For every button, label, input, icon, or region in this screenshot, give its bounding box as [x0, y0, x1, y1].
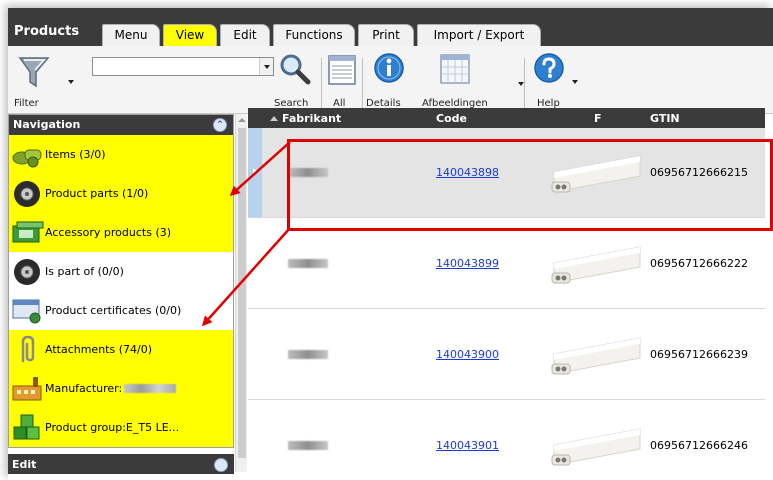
nav-item-label: Manufacturer:	[45, 382, 123, 395]
items-icon	[11, 140, 45, 170]
gtin-value: 06956712666246	[650, 439, 748, 452]
scrollbar-thumb[interactable]	[238, 128, 246, 458]
scroll-up-icon[interactable]	[238, 118, 246, 122]
list-icon	[328, 55, 356, 85]
filter-button[interactable]: Filter	[10, 50, 80, 112]
tire-icon	[11, 257, 45, 287]
product-image	[551, 246, 641, 284]
help-button[interactable]: Help	[527, 50, 587, 112]
details-button[interactable]: Details	[365, 50, 413, 112]
grid-header: Fabrikant Code F GTIN	[248, 108, 765, 128]
filter-label: Filter	[14, 98, 39, 109]
tab-bar: Products Menu View Edit Functions Print …	[8, 8, 773, 46]
toolbar: Filter Search All Details Afbeeldingen H…	[8, 46, 773, 114]
redacted-fabrikant	[288, 350, 328, 359]
magnifier-icon	[280, 54, 311, 85]
collapse-icon[interactable]: ⌃	[213, 118, 227, 132]
gtin-value: 06956712666222	[650, 257, 748, 270]
help-dropdown-arrow[interactable]	[572, 80, 578, 84]
info-icon	[374, 53, 404, 83]
nav-item-label: Product group:E_T5 LE...	[45, 421, 180, 434]
edit-panel-header[interactable]: Edit	[8, 454, 234, 474]
afbeeldingen-button[interactable]: Afbeeldingen	[416, 50, 524, 112]
nav-item-product-certificates[interactable]: Product certificates (0/0)	[9, 291, 233, 330]
nav-item-manufacturer[interactable]: Manufacturer:	[9, 369, 233, 408]
navigation-scrollbar[interactable]	[235, 114, 247, 472]
redacted-fabrikant	[288, 259, 328, 268]
navigation-panel: Navigation ⌃ Items (3/0) Product parts (…	[8, 114, 234, 448]
toolbar-divider	[321, 58, 322, 110]
tab-import-export[interactable]: Import / Export	[417, 24, 541, 46]
nav-item-items[interactable]: Items (3/0)	[9, 135, 233, 174]
column-header-code[interactable]: Code	[436, 112, 467, 125]
nav-item-label: Items (3/0)	[45, 148, 106, 161]
help-icon	[534, 53, 564, 83]
toolbar-divider	[524, 58, 525, 110]
nav-item-label: Accessory products (3)	[45, 226, 172, 239]
image-grid-icon	[440, 54, 470, 84]
redacted-fabrikant	[288, 441, 328, 450]
tab-menu[interactable]: Menu	[102, 24, 160, 46]
column-header-f[interactable]: F	[594, 112, 602, 125]
nav-item-product-group[interactable]: Product group:E_T5 LE...	[9, 408, 233, 447]
tire-icon	[11, 179, 45, 209]
column-header-fabrikant[interactable]: Fabrikant	[270, 112, 341, 125]
gtin-value: 06956712666239	[650, 348, 748, 361]
filter-dropdown-arrow[interactable]	[68, 80, 74, 84]
funnel-icon	[18, 57, 50, 88]
table-row[interactable]: 140043901 06956712666246	[248, 401, 765, 480]
product-image	[551, 428, 641, 466]
redacted-manufacturer	[124, 384, 177, 393]
navigation-list: Items (3/0) Product parts (1/0) Accessor…	[9, 135, 233, 447]
nav-item-label: Product certificates (0/0)	[45, 304, 182, 317]
column-header-gtin[interactable]: GTIN	[650, 112, 680, 125]
filter-combo[interactable]	[92, 57, 274, 76]
table-row[interactable]: 140043900 06956712666239	[248, 310, 765, 400]
paperclip-icon	[11, 335, 45, 365]
expand-icon[interactable]	[214, 458, 228, 472]
product-code-link[interactable]: 140043900	[436, 348, 499, 361]
product-code-link[interactable]: 140043899	[436, 257, 499, 270]
product-code-link[interactable]: 140043901	[436, 439, 499, 452]
tab-print[interactable]: Print	[358, 24, 414, 46]
product-image	[551, 337, 641, 375]
app-title: Products	[14, 24, 80, 39]
table-row[interactable]: 140043899 06956712666222	[248, 219, 765, 309]
annotation-highlight-box	[287, 139, 773, 231]
navigation-title: Navigation	[13, 118, 81, 131]
tab-view[interactable]: View	[163, 24, 217, 46]
search-button[interactable]: Search	[272, 50, 320, 112]
combo-dropdown-button[interactable]	[259, 58, 273, 75]
tab-edit[interactable]: Edit	[220, 24, 270, 46]
nav-item-is-part-of[interactable]: Is part of (0/0)	[9, 252, 233, 291]
factory-icon	[11, 374, 45, 404]
navigation-header: Navigation ⌃	[9, 115, 233, 135]
edit-panel-title: Edit	[12, 458, 37, 471]
nav-item-label: Attachments (74/0)	[45, 343, 152, 356]
all-button[interactable]: All	[324, 50, 360, 112]
nav-item-attachments[interactable]: Attachments (74/0)	[9, 330, 233, 369]
cubes-icon	[11, 413, 45, 443]
certificate-icon	[11, 296, 45, 326]
toolbar-divider	[362, 58, 363, 110]
nav-item-product-parts[interactable]: Product parts (1/0)	[9, 174, 233, 213]
nav-item-accessory-products[interactable]: Accessory products (3)	[9, 213, 233, 252]
sort-ascending-icon	[270, 116, 278, 121]
nav-item-label: Product parts (1/0)	[45, 187, 149, 200]
tab-functions[interactable]: Functions	[273, 24, 355, 46]
row-selector[interactable]	[248, 128, 262, 217]
nav-item-label: Is part of (0/0)	[45, 265, 124, 278]
accessory-box-icon	[11, 218, 45, 248]
